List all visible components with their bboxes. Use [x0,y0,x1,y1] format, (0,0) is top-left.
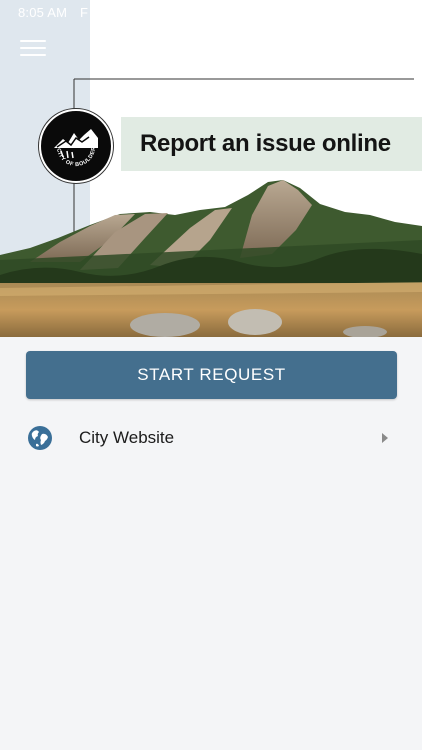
status-time: 8:05 AM [18,5,68,20]
hamburger-menu-icon[interactable] [20,40,46,60]
page-title: Report an issue online [140,130,391,157]
globe-icon [28,426,52,450]
title-banner: Report an issue online [121,117,422,171]
city-of-boulder-logo-icon: CITY OF BOULDER [39,109,113,183]
chevron-right-icon [382,433,388,443]
list-item-city-website[interactable]: City Website [0,417,422,459]
header-hero: 8:05 AM F CITY OF BOULDER Report an issu… [0,0,422,337]
city-website-label: City Website [79,428,175,447]
svg-text:CITY OF BOULDER: CITY OF BOULDER [55,146,97,168]
start-request-button[interactable]: START REQUEST [26,351,397,399]
status-extra: F [80,5,88,20]
logo-text: CITY OF BOULDER [55,146,97,168]
